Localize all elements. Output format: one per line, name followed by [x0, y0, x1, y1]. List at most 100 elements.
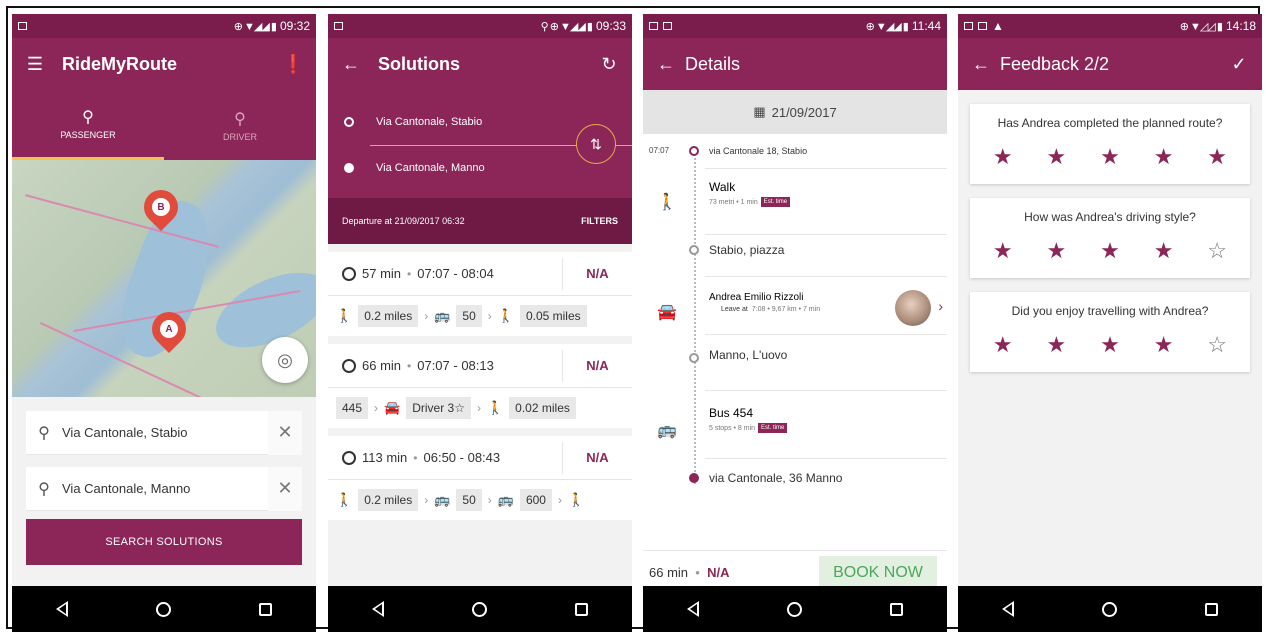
recents-nav-icon[interactable]: [575, 602, 588, 616]
route-to[interactable]: Via Cantonale, Manno: [344, 162, 485, 174]
star-filled-icon[interactable]: ★: [1100, 238, 1120, 264]
filters-button[interactable]: FILTERS: [581, 216, 618, 226]
calendar-icon: ▦: [753, 104, 766, 119]
star-filled-icon[interactable]: ★: [1207, 144, 1227, 170]
home-nav-icon[interactable]: [472, 601, 487, 617]
swap-icon: ⇅: [590, 135, 602, 152]
back-nav-icon[interactable]: [372, 601, 384, 617]
ride-distance: 9,67 km: [771, 306, 797, 313]
status-time: 14:18: [1225, 19, 1256, 33]
role-tabs: ⚲ PASSENGER ⚲ DRIVER: [12, 90, 316, 160]
home-nav-icon[interactable]: [156, 601, 171, 617]
chevron-right-icon[interactable]: ›: [938, 298, 943, 314]
walk-icon: 🚶: [567, 492, 585, 507]
tab-driver[interactable]: ⚲ DRIVER: [164, 90, 316, 160]
star-filled-icon[interactable]: ★: [1154, 332, 1174, 358]
home-nav-icon[interactable]: [787, 601, 802, 617]
end-node: [689, 473, 699, 483]
route-from[interactable]: Via Cantonale, Stabio: [344, 116, 482, 128]
bus-stops: 5 stops: [709, 424, 732, 432]
star-filled-icon[interactable]: ★: [1100, 332, 1120, 358]
back-arrow-icon[interactable]: ←: [655, 54, 677, 75]
swap-route-button[interactable]: ⇅: [576, 124, 616, 164]
notification-icon: [978, 22, 987, 30]
bus-icon: 🚌: [434, 492, 451, 507]
solution-card[interactable]: 113 min • 06:50 - 08:43 N/A 🚶 0.2 miles › 🚌 5…: [328, 436, 632, 520]
feedback-list: Has Andrea completed the planned route? ★…: [958, 104, 1262, 372]
book-now-button[interactable]: BOOK NOW: [819, 555, 937, 590]
star-filled-icon[interactable]: ★: [993, 238, 1013, 264]
location-pin-icon: ⚲: [38, 424, 50, 442]
recents-nav-icon[interactable]: [259, 602, 272, 616]
tab-passenger[interactable]: ⚲ PASSENGER: [12, 90, 164, 160]
back-nav-icon[interactable]: [1002, 601, 1014, 617]
car-icon: 🚘: [657, 304, 677, 321]
solution-times: 07:07 - 08:13: [417, 358, 494, 373]
clear-icon[interactable]: ✕: [268, 410, 302, 455]
solution-card[interactable]: 66 min • 07:07 - 08:13 N/A 445 › 🚘 Driver 3☆…: [328, 344, 632, 428]
star-empty-icon[interactable]: ☆: [1207, 238, 1227, 264]
from-address-text: Via Cantonale, Stabio: [62, 425, 188, 440]
back-arrow-icon[interactable]: ←: [340, 54, 362, 75]
notification-icon: [964, 22, 973, 30]
to-address-row[interactable]: ⚲ Via Cantonale, Manno ✕: [26, 466, 302, 511]
star-filled-icon[interactable]: ★: [1047, 144, 1067, 170]
tab-label: DRIVER: [222, 131, 257, 142]
map-view[interactable]: B A ◎: [12, 160, 316, 397]
signal-icon: ⊕ ▼◿◿ ▮: [1179, 20, 1223, 33]
stop-node: [689, 245, 699, 255]
back-nav-icon[interactable]: [687, 601, 699, 617]
phone-home: ⊕ ▼◢◢ ▮ 09:32 ☰ RideMyRoute ❗ ⚲ PASSENGER…: [12, 14, 316, 632]
alert-icon[interactable]: ❗: [282, 54, 304, 75]
solution-card[interactable]: 57 min • 07:07 - 08:04 N/A 🚶 0.2 miles › 🚌 50…: [328, 252, 632, 336]
system-nav-bar: [12, 586, 316, 632]
feedback-card: Did you enjoy travelling with Andrea? ★ ★ ★…: [970, 292, 1250, 372]
star-filled-icon[interactable]: ★: [1154, 144, 1174, 170]
divider: [705, 234, 947, 235]
walk-title: Walk: [709, 180, 736, 194]
menu-icon[interactable]: ☰: [24, 54, 46, 75]
step-chip: 445: [336, 397, 369, 419]
confirm-check-icon[interactable]: ✓: [1228, 54, 1250, 75]
recents-nav-icon[interactable]: [890, 602, 903, 616]
locate-me-button[interactable]: ◎: [262, 337, 308, 383]
back-arrow-icon[interactable]: ←: [970, 54, 992, 75]
star-filled-icon[interactable]: ★: [993, 144, 1013, 170]
clock-icon: [342, 266, 356, 281]
divider: [705, 390, 947, 391]
recents-nav-icon[interactable]: [1205, 602, 1218, 616]
star-filled-icon[interactable]: ★: [1047, 238, 1067, 264]
step-chip: Driver 3☆: [406, 397, 471, 419]
refresh-icon[interactable]: ↻: [598, 54, 620, 75]
walk-distance: 73 metri: [709, 198, 735, 206]
page-title: Solutions: [378, 53, 460, 74]
star-filled-icon[interactable]: ★: [1154, 238, 1174, 264]
from-address-row[interactable]: ⚲ Via Cantonale, Stabio ✕: [26, 410, 302, 455]
warning-icon: ▲: [992, 19, 1004, 33]
back-nav-icon[interactable]: [56, 601, 68, 617]
star-filled-icon[interactable]: ★: [1047, 332, 1067, 358]
signal-icon: ⊕ ▼◢◢ ▮: [233, 20, 277, 33]
status-bar: ⚲ ⊕ ▼◢◢ ▮ 09:33: [328, 14, 632, 38]
leave-label: Leave at: [721, 306, 748, 313]
page-title: Feedback 2/2: [1000, 53, 1110, 74]
feedback-question: Has Andrea completed the planned route?: [997, 116, 1223, 130]
step-chip: 0.2 miles: [358, 489, 419, 511]
home-nav-icon[interactable]: [1102, 601, 1117, 617]
search-solutions-button[interactable]: SEARCH SOLUTIONS: [26, 519, 302, 565]
walk-icon: 🚶: [486, 400, 504, 415]
star-filled-icon[interactable]: ★: [993, 332, 1013, 358]
divider: [705, 458, 947, 459]
star-filled-icon[interactable]: ★: [1100, 144, 1120, 170]
start-node: [689, 145, 699, 156]
notification-icon: [649, 22, 658, 30]
departure-text[interactable]: Departure at 21/09/2017 06:32: [342, 216, 465, 226]
status-bar: ▲ ⊕ ▼◿◿ ▮ 14:18: [958, 14, 1262, 38]
solution-duration: 113 min: [362, 450, 408, 465]
bus-icon: 🚌: [434, 308, 451, 323]
clear-icon[interactable]: ✕: [268, 466, 302, 511]
driver-avatar[interactable]: [895, 290, 931, 326]
pin-label: B: [152, 198, 170, 216]
tab-label: PASSENGER: [60, 130, 116, 140]
star-empty-icon[interactable]: ☆: [1207, 332, 1227, 358]
